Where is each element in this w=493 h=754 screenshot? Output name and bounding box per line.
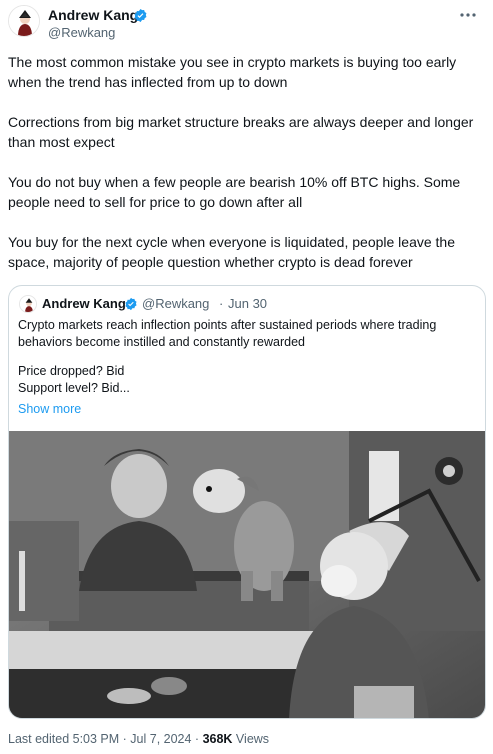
views-count[interactable]: 368K bbox=[203, 732, 233, 746]
views-label: Views bbox=[232, 732, 270, 746]
tweet-header: Andrew Kang @Rewkang bbox=[0, 0, 493, 50]
historic-photo-dog-experiment[interactable] bbox=[9, 431, 486, 719]
author-avatar[interactable] bbox=[8, 5, 40, 37]
tweet-footer: Last edited 5:03 PM · Jul 7, 2024 · 368K… bbox=[8, 731, 269, 747]
quoted-author-name[interactable]: Andrew Kang bbox=[42, 296, 126, 312]
verified-badge-icon bbox=[134, 8, 147, 23]
quoted-author-handle[interactable]: @Rewkang bbox=[142, 296, 209, 312]
tweet-paragraph: You buy for the next cycle when everyone… bbox=[8, 234, 456, 270]
verified-badge-icon bbox=[125, 297, 137, 311]
avatar-illustration-icon bbox=[9, 6, 39, 36]
quoted-tweet-text: Crypto markets reach inflection points a… bbox=[18, 317, 476, 397]
quoted-author-avatar[interactable] bbox=[19, 295, 37, 313]
tweet-paragraph: The most common mistake you see in crypt… bbox=[8, 54, 457, 90]
tweet-paragraph: You do not buy when a few people are bea… bbox=[8, 174, 461, 210]
quoted-tweet-line: Support level? Bid... bbox=[18, 381, 130, 395]
quoted-tweet-card[interactable]: Andrew Kang @Rewkang · Jun 30 Crypto mar… bbox=[8, 285, 486, 719]
quoted-tweet-line: Crypto markets reach inflection points a… bbox=[18, 318, 437, 349]
tweet-text: The most common mistake you see in crypt… bbox=[8, 52, 484, 292]
author-name[interactable]: Andrew Kang bbox=[48, 6, 138, 24]
quoted-tweet-line: Price dropped? Bid bbox=[18, 364, 125, 378]
show-more-link[interactable]: Show more bbox=[18, 401, 81, 418]
more-horizontal-icon[interactable] bbox=[457, 6, 479, 24]
separator-dot: · bbox=[219, 296, 224, 311]
tweet-paragraph: Corrections from big market structure br… bbox=[8, 114, 474, 150]
quoted-tweet-date[interactable]: Jun 30 bbox=[228, 296, 267, 312]
author-handle[interactable]: @Rewkang bbox=[48, 25, 115, 41]
avatar-illustration-icon bbox=[20, 296, 36, 312]
edited-timestamp[interactable]: Last edited 5:03 PM · Jul 7, 2024 · bbox=[8, 732, 203, 746]
